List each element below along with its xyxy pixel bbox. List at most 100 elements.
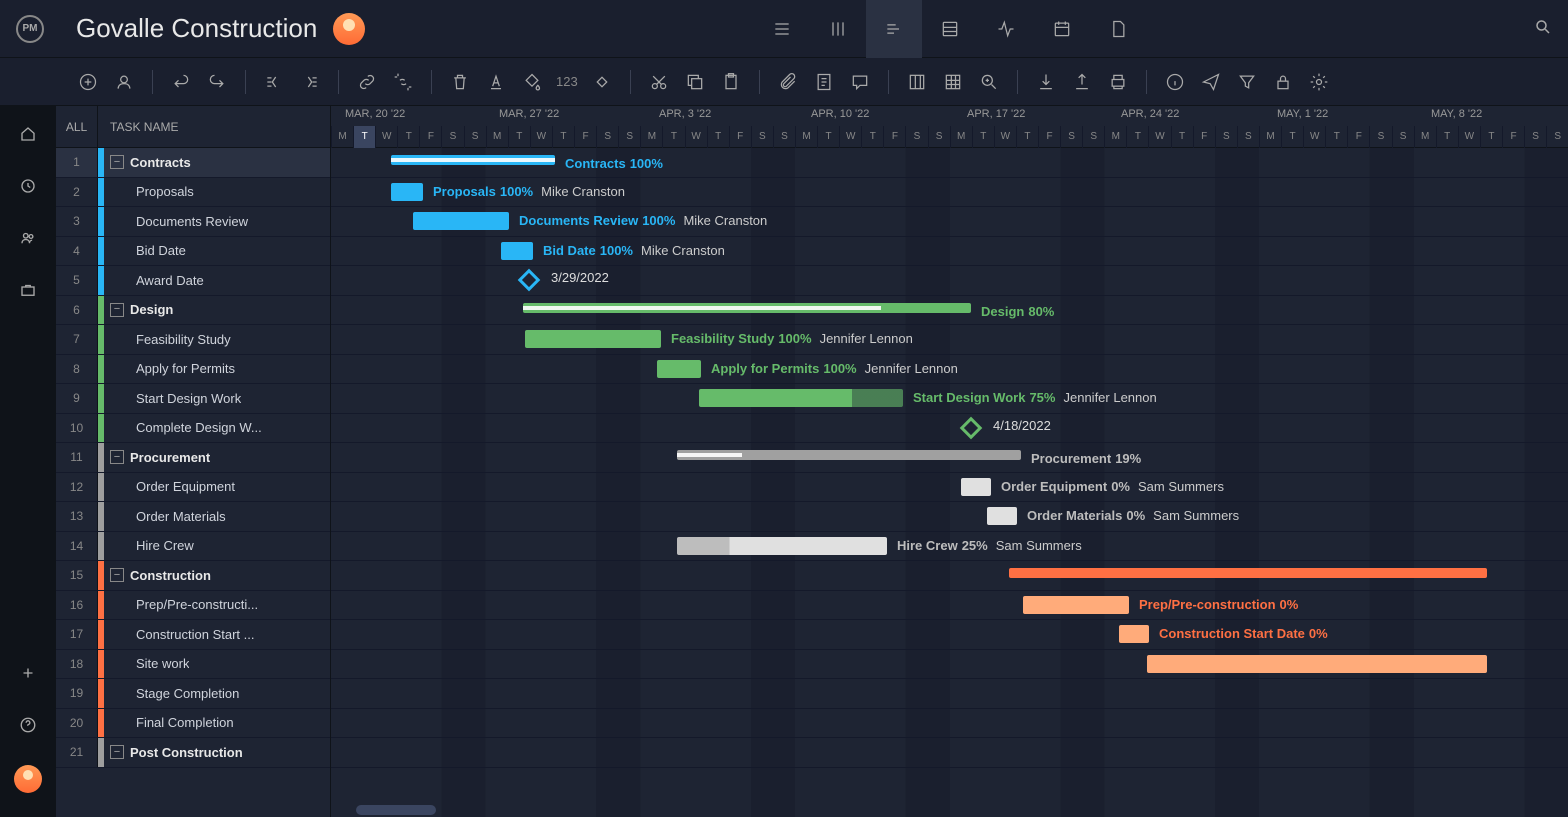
task-bar[interactable]: Construction Start Date0% [1119,625,1149,643]
indent-btn[interactable] [294,66,326,98]
summary-bar[interactable]: Contracts100% [391,155,555,165]
activity-view-btn[interactable] [978,0,1034,58]
horizontal-scrollbar[interactable] [356,805,436,815]
task-row[interactable]: 4Bid Date [56,237,330,267]
task-row[interactable]: 9Start Design Work [56,384,330,414]
task-row[interactable]: 8Apply for Permits [56,355,330,385]
text-color-btn[interactable] [480,66,512,98]
collapse-icon[interactable]: − [110,568,124,582]
day-cell: S [751,126,773,148]
task-row[interactable]: 12Order Equipment [56,473,330,503]
collapse-icon[interactable]: − [110,155,124,169]
task-bar[interactable]: Proposals100%Mike Cranston [391,183,423,201]
columns-btn[interactable] [901,66,933,98]
project-avatar[interactable] [333,13,365,45]
delete-btn[interactable] [444,66,476,98]
milestone-btn[interactable] [586,66,618,98]
task-row[interactable]: 13Order Materials [56,502,330,532]
gantt-chart[interactable]: MAR, 20 '22MAR, 27 '22APR, 3 '22APR, 10 … [331,106,1568,817]
row-number: 14 [56,532,98,561]
outdent-btn[interactable] [258,66,290,98]
task-row[interactable]: 5Award Date [56,266,330,296]
task-row[interactable]: 7Feasibility Study [56,325,330,355]
app-logo[interactable]: PM [16,15,44,43]
attach-btn[interactable] [772,66,804,98]
help-icon[interactable] [16,713,40,737]
calendar-view-btn[interactable] [1034,0,1090,58]
lock-btn[interactable] [1267,66,1299,98]
collapse-icon[interactable]: − [110,450,124,464]
task-row[interactable]: 18Site work [56,650,330,680]
task-bar[interactable]: Order Equipment0%Sam Summers [961,478,991,496]
add-btn[interactable] [72,66,104,98]
task-row[interactable]: 17Construction Start ... [56,620,330,650]
info-btn[interactable] [1159,66,1191,98]
home-icon[interactable] [16,122,40,146]
task-bar[interactable]: Order Materials0%Sam Summers [987,507,1017,525]
filter-btn[interactable] [1231,66,1263,98]
unlink-btn[interactable] [387,66,419,98]
task-row[interactable]: 15−Construction [56,561,330,591]
task-bar[interactable]: Start Design Work75%Jennifer Lennon [699,389,903,407]
task-row[interactable]: 10Complete Design W... [56,414,330,444]
add-project-icon[interactable] [16,661,40,685]
list-view-btn[interactable] [754,0,810,58]
milestone-marker[interactable] [518,269,541,292]
redo-btn[interactable] [201,66,233,98]
day-cell: S [1082,126,1104,148]
assign-btn[interactable] [108,66,140,98]
search-icon[interactable] [1534,18,1552,39]
col-task-name[interactable]: TASK NAME [98,120,178,134]
import-btn[interactable] [1030,66,1062,98]
summary-bar[interactable] [1009,568,1487,578]
sheet-view-btn[interactable] [922,0,978,58]
task-row[interactable]: 20Final Completion [56,709,330,739]
task-row[interactable]: 19Stage Completion [56,679,330,709]
task-bar[interactable]: Prep/Pre-construction0% [1023,596,1129,614]
team-icon[interactable] [16,226,40,250]
cut-btn[interactable] [643,66,675,98]
files-view-btn[interactable] [1090,0,1146,58]
recent-icon[interactable] [16,174,40,198]
settings-btn[interactable] [1303,66,1335,98]
fill-color-btn[interactable] [516,66,548,98]
paste-btn[interactable] [715,66,747,98]
task-row[interactable]: 6−Design [56,296,330,326]
task-row[interactable]: 1−Contracts [56,148,330,178]
user-avatar[interactable] [14,765,42,793]
task-bar[interactable]: Apply for Permits100%Jennifer Lennon [657,360,701,378]
task-bar[interactable]: Hire Crew25%Sam Summers [677,537,887,555]
task-row[interactable]: 21−Post Construction [56,738,330,768]
gantt-view-btn[interactable] [866,0,922,58]
export-btn[interactable] [1066,66,1098,98]
print-btn[interactable] [1102,66,1134,98]
task-bar[interactable]: Documents Review100%Mike Cranston [413,212,509,230]
day-cell: T [1281,126,1303,148]
task-row[interactable]: 16Prep/Pre-constructi... [56,591,330,621]
summary-bar[interactable]: Design80% [523,303,971,313]
grid-btn[interactable] [937,66,969,98]
row-number: 11 [56,443,98,472]
task-row[interactable]: 11−Procurement [56,443,330,473]
task-row[interactable]: 2Proposals [56,178,330,208]
task-bar[interactable]: Feasibility Study100%Jennifer Lennon [525,330,661,348]
col-all[interactable]: ALL [56,106,98,147]
task-bar[interactable]: Bid Date100%Mike Cranston [501,242,533,260]
copy-btn[interactable] [679,66,711,98]
link-btn[interactable] [351,66,383,98]
task-row[interactable]: 14Hire Crew [56,532,330,562]
send-btn[interactable] [1195,66,1227,98]
summary-bar[interactable]: Procurement19% [677,450,1021,460]
collapse-icon[interactable]: − [110,303,124,317]
board-view-btn[interactable] [810,0,866,58]
zoom-btn[interactable] [973,66,1005,98]
portfolio-icon[interactable] [16,278,40,302]
bar-label: Order Equipment0%Sam Summers [1001,479,1224,494]
comment-btn[interactable] [844,66,876,98]
milestone-marker[interactable] [960,416,983,439]
notes-btn[interactable] [808,66,840,98]
collapse-icon[interactable]: − [110,745,124,759]
task-row[interactable]: 3Documents Review [56,207,330,237]
task-bar[interactable] [1147,655,1487,673]
undo-btn[interactable] [165,66,197,98]
